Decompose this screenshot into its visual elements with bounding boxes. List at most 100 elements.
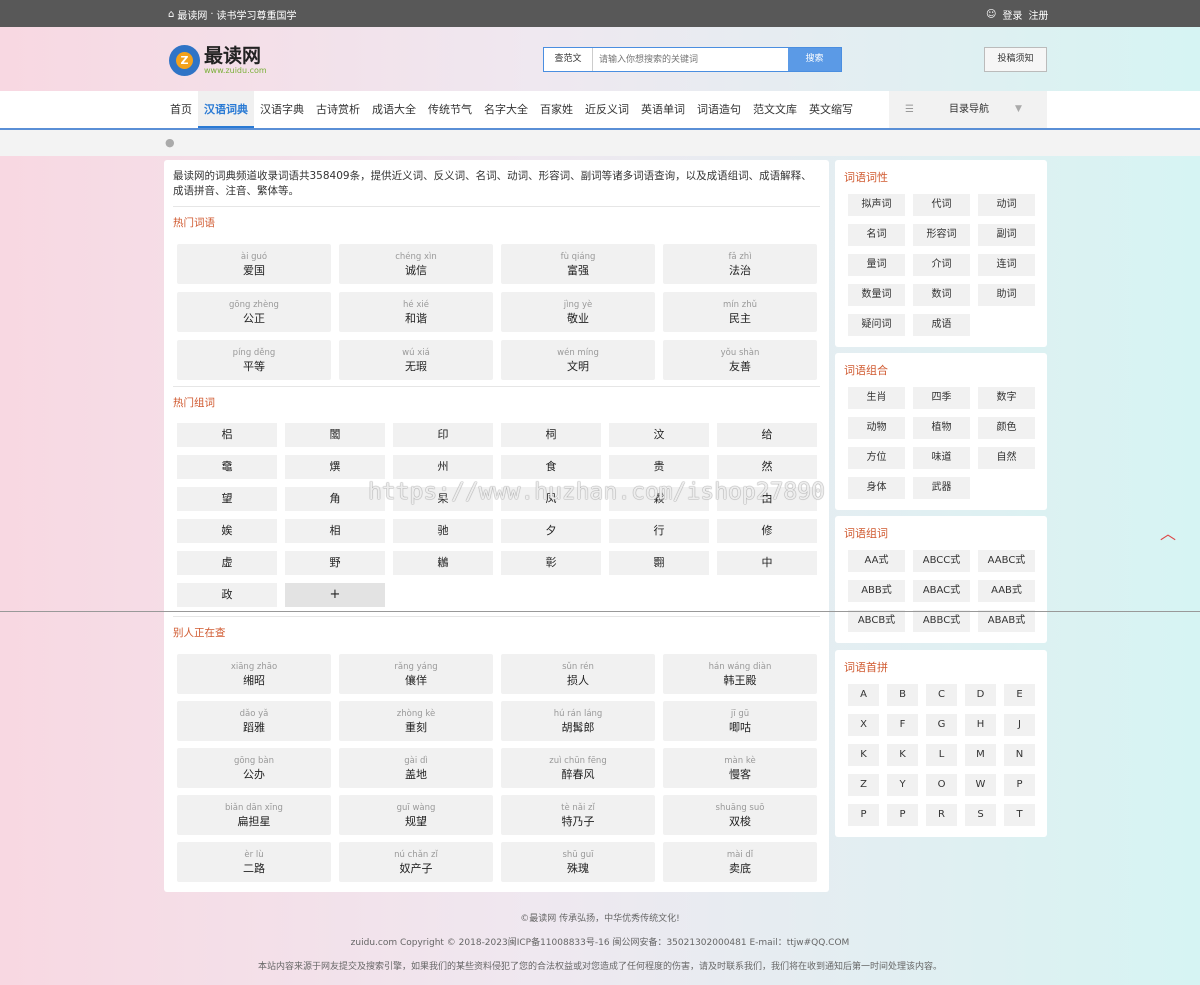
word-card[interactable]: sǔn rén 损人 (501, 654, 655, 694)
word-card[interactable]: gài dì 盖地 (339, 748, 493, 788)
side-form-item[interactable]: AABC式 (978, 550, 1035, 572)
nav-item[interactable]: 汉语词典 (198, 91, 254, 128)
compose-char[interactable]: 驰 (393, 519, 493, 543)
side-pos-item[interactable]: 代词 (913, 194, 970, 216)
compose-char[interactable]: 印 (393, 423, 493, 447)
side-combo-item[interactable]: 味道 (913, 447, 970, 469)
directory-nav-dropdown[interactable]: ☰ 目录导航 ▼ (889, 91, 1047, 128)
side-letters-item[interactable]: N (1004, 744, 1035, 766)
side-combo-item[interactable]: 生肖 (848, 387, 905, 409)
side-letters-item[interactable]: M (965, 744, 996, 766)
side-combo-item[interactable]: 自然 (978, 447, 1035, 469)
word-card[interactable]: rǎng yáng 儴佯 (339, 654, 493, 694)
side-form-item[interactable]: ABAC式 (913, 580, 970, 602)
side-letters-item[interactable]: E (1004, 684, 1035, 706)
compose-char[interactable]: 虚 (177, 551, 277, 575)
side-pos-item[interactable]: 拟声词 (848, 194, 905, 216)
side-letters-item[interactable]: P (1004, 774, 1035, 796)
compose-char[interactable]: 汶 (609, 423, 709, 447)
search-category-select[interactable]: 查范文 (544, 48, 593, 71)
word-card[interactable]: shuāng suō 双梭 (663, 795, 817, 835)
register-link[interactable]: 注册 (1028, 7, 1048, 22)
word-card[interactable]: hé xié 和谐 (339, 292, 493, 332)
side-combo-item[interactable]: 四季 (913, 387, 970, 409)
side-letters-item[interactable]: G (926, 714, 957, 736)
word-card[interactable]: fù qiáng 富强 (501, 244, 655, 284)
compose-char[interactable]: 闟 (285, 423, 385, 447)
side-letters-item[interactable]: T (1004, 804, 1035, 826)
word-card[interactable]: wú xiá 无瑕 (339, 340, 493, 380)
nav-item[interactable]: 范文文库 (747, 91, 803, 128)
side-letters-item[interactable]: X (848, 714, 879, 736)
side-form-item[interactable]: AAB式 (978, 580, 1035, 602)
word-card[interactable]: mín zhǔ 民主 (663, 292, 817, 332)
side-form-item[interactable]: ABAB式 (978, 610, 1035, 632)
nav-item[interactable]: 百家姓 (534, 91, 579, 128)
word-card[interactable]: guī wàng 规望 (339, 795, 493, 835)
word-card[interactable]: mài dǐ 卖底 (663, 842, 817, 882)
side-combo-item[interactable]: 数字 (978, 387, 1035, 409)
side-form-item[interactable]: AA式 (848, 550, 905, 572)
nav-item[interactable]: 英语单词 (635, 91, 691, 128)
side-pos-item[interactable]: 数量词 (848, 284, 905, 306)
compose-char[interactable]: 中 (717, 551, 817, 575)
word-card[interactable]: nú chǎn zǐ 奴产子 (339, 842, 493, 882)
word-card[interactable]: jī gū 唧咕 (663, 701, 817, 741)
word-card[interactable]: chéng xìn 诚信 (339, 244, 493, 284)
side-letters-item[interactable]: S (965, 804, 996, 826)
side-form-item[interactable]: ABB式 (848, 580, 905, 602)
more-button[interactable]: + (285, 583, 385, 607)
compose-char[interactable]: 熼 (285, 455, 385, 479)
side-form-item[interactable]: ABCC式 (913, 550, 970, 572)
side-letters-item[interactable]: B (887, 684, 918, 706)
compose-char[interactable]: 修 (717, 519, 817, 543)
word-card[interactable]: wén míng 文明 (501, 340, 655, 380)
compose-char[interactable]: 给 (717, 423, 817, 447)
search-input[interactable] (593, 48, 788, 71)
side-letters-item[interactable]: F (887, 714, 918, 736)
compose-char[interactable]: 州 (393, 455, 493, 479)
compose-char[interactable]: 相 (285, 519, 385, 543)
word-card[interactable]: màn kè 慢客 (663, 748, 817, 788)
compose-char[interactable]: 行 (609, 519, 709, 543)
side-letters-item[interactable]: P (887, 804, 918, 826)
nav-item[interactable]: 成语大全 (366, 91, 422, 128)
side-pos-item[interactable]: 成语 (913, 314, 970, 336)
word-card[interactable]: yǒu shàn 友善 (663, 340, 817, 380)
back-to-top-icon[interactable]: ︿ (1157, 523, 1179, 545)
word-card[interactable]: shū guī 殊瑰 (501, 842, 655, 882)
compose-char[interactable]: 彰 (501, 551, 601, 575)
side-letters-item[interactable]: K (848, 744, 879, 766)
side-combo-item[interactable]: 动物 (848, 417, 905, 439)
word-card[interactable]: hú rán láng 胡髯郎 (501, 701, 655, 741)
side-combo-item[interactable]: 方位 (848, 447, 905, 469)
side-combo-item[interactable]: 颜色 (978, 417, 1035, 439)
side-pos-item[interactable]: 助词 (978, 284, 1035, 306)
word-card[interactable]: gōng bàn 公办 (177, 748, 331, 788)
nav-item[interactable]: 近反义词 (579, 91, 635, 128)
nav-item[interactable]: 汉语字典 (254, 91, 310, 128)
word-card[interactable]: jìng yè 敬业 (501, 292, 655, 332)
side-pos-item[interactable]: 名词 (848, 224, 905, 246)
side-letters-item[interactable]: Z (848, 774, 879, 796)
site-logo[interactable]: 最读网 www.zuidu.com (169, 45, 267, 76)
compose-char[interactable]: 贵 (609, 455, 709, 479)
side-pos-item[interactable]: 疑问词 (848, 314, 905, 336)
side-pos-item[interactable]: 数词 (913, 284, 970, 306)
search-button[interactable]: 搜索 (788, 48, 841, 71)
side-letters-item[interactable]: L (926, 744, 957, 766)
side-pos-item[interactable]: 动词 (978, 194, 1035, 216)
compose-char[interactable]: 野 (285, 551, 385, 575)
word-card[interactable]: tè nǎi zǐ 特乃子 (501, 795, 655, 835)
side-letters-item[interactable]: H (965, 714, 996, 736)
side-pos-item[interactable]: 量词 (848, 254, 905, 276)
side-letters-item[interactable]: Y (887, 774, 918, 796)
nav-item[interactable]: 古诗赏析 (310, 91, 366, 128)
side-letters-item[interactable]: O (926, 774, 957, 796)
compose-char[interactable]: 鶒 (393, 551, 493, 575)
nav-item[interactable]: 词语造句 (691, 91, 747, 128)
compose-char[interactable]: 娭 (177, 519, 277, 543)
side-letters-item[interactable]: R (926, 804, 957, 826)
side-letters-item[interactable]: P (848, 804, 879, 826)
compose-char[interactable]: 食 (501, 455, 601, 479)
